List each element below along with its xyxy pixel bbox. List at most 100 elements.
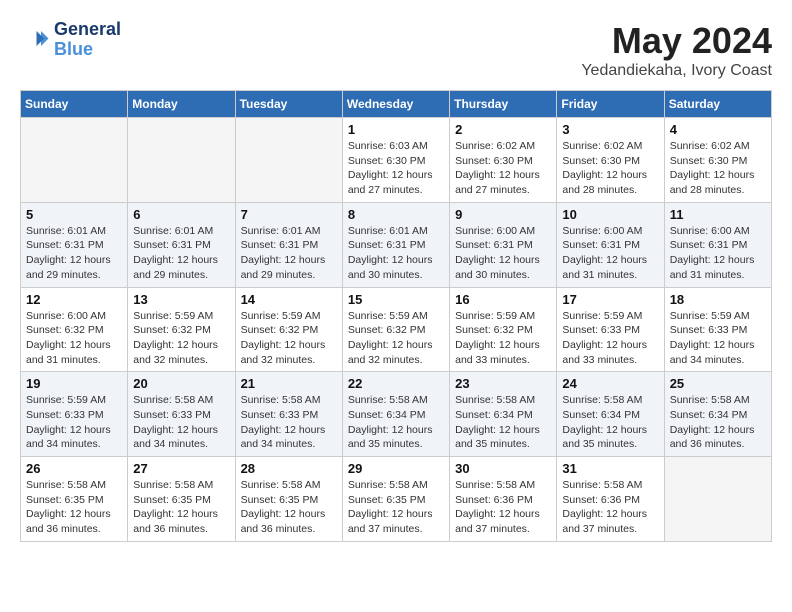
day-info: Sunrise: 6:02 AMSunset: 6:30 PMDaylight:… xyxy=(562,139,658,198)
day-number: 29 xyxy=(348,461,444,476)
day-info: Sunrise: 5:59 AMSunset: 6:33 PMDaylight:… xyxy=(670,309,766,368)
day-number: 27 xyxy=(133,461,229,476)
calendar-cell: 26Sunrise: 5:58 AMSunset: 6:35 PMDayligh… xyxy=(21,457,128,542)
day-info: Sunrise: 6:02 AMSunset: 6:30 PMDaylight:… xyxy=(455,139,551,198)
day-info: Sunrise: 5:59 AMSunset: 6:33 PMDaylight:… xyxy=(26,393,122,452)
day-number: 30 xyxy=(455,461,551,476)
calendar-cell: 18 Sunrise: 5:59 AMSunset: 6:33 PMDayligh… xyxy=(664,287,771,372)
day-info: Sunrise: 5:58 AMSunset: 6:35 PMDaylight:… xyxy=(26,478,122,537)
day-number: 8 xyxy=(348,207,444,222)
day-info: Sunrise: 5:58 AMSunset: 6:33 PMDaylight:… xyxy=(133,393,229,452)
day-info: Sunrise: 5:58 AMSunset: 6:34 PMDaylight:… xyxy=(670,393,766,452)
day-of-week-header: Wednesday xyxy=(342,91,449,118)
calendar-header-row: SundayMondayTuesdayWednesdayThursdayFrid… xyxy=(21,91,772,118)
day-number: 25 xyxy=(670,376,766,391)
day-number: 18 xyxy=(670,292,766,307)
day-of-week-header: Thursday xyxy=(450,91,557,118)
day-info: Sunrise: 5:58 AMSunset: 6:35 PMDaylight:… xyxy=(133,478,229,537)
day-info: Sunrise: 6:00 AMSunset: 6:31 PMDaylight:… xyxy=(562,224,658,283)
logo: General Blue xyxy=(20,20,121,60)
day-info: Sunrise: 6:03 AMSunset: 6:30 PMDaylight:… xyxy=(348,139,444,198)
page-header: General Blue May 2024 Yedandiekaha, Ivor… xyxy=(20,20,772,80)
day-number: 20 xyxy=(133,376,229,391)
day-info: Sunrise: 5:58 AMSunset: 6:36 PMDaylight:… xyxy=(562,478,658,537)
day-number: 23 xyxy=(455,376,551,391)
day-number: 24 xyxy=(562,376,658,391)
calendar-cell xyxy=(664,457,771,542)
day-number: 12 xyxy=(26,292,122,307)
calendar-cell: 30 Sunrise: 5:58 AMSunset: 6:36 PMDayligh… xyxy=(450,457,557,542)
calendar-cell: 6 Sunrise: 6:01 AMSunset: 6:31 PMDaylight… xyxy=(128,202,235,287)
day-number: 14 xyxy=(241,292,337,307)
calendar-cell: 28 Sunrise: 5:58 AMSunset: 6:35 PMDayligh… xyxy=(235,457,342,542)
day-info: Sunrise: 5:58 AMSunset: 6:34 PMDaylight:… xyxy=(455,393,551,452)
calendar-cell: 12 Sunrise: 6:00 AMSunset: 6:32 PMDayligh… xyxy=(21,287,128,372)
calendar-cell: 19 Sunrise: 5:59 AMSunset: 6:33 PMDayligh… xyxy=(21,372,128,457)
calendar-cell: 13Sunrise: 5:59 AMSunset: 6:32 PMDayligh… xyxy=(128,287,235,372)
day-info: Sunrise: 6:01 AMSunset: 6:31 PMDaylight:… xyxy=(133,224,229,283)
day-info: Sunrise: 5:58 AMSunset: 6:36 PMDaylight:… xyxy=(455,478,551,537)
title-block: May 2024 Yedandiekaha, Ivory Coast xyxy=(581,20,772,80)
location: Yedandiekaha, Ivory Coast xyxy=(581,62,772,80)
calendar-cell xyxy=(21,118,128,203)
calendar-week-row: 12 Sunrise: 6:00 AMSunset: 6:32 PMDayligh… xyxy=(21,287,772,372)
day-info: Sunrise: 5:59 AMSunset: 6:32 PMDaylight:… xyxy=(348,309,444,368)
day-info: Sunrise: 5:59 AMSunset: 6:32 PMDaylight:… xyxy=(133,309,229,368)
day-number: 2 xyxy=(455,122,551,137)
calendar-cell xyxy=(235,118,342,203)
day-number: 10 xyxy=(562,207,658,222)
day-of-week-header: Tuesday xyxy=(235,91,342,118)
calendar-table: SundayMondayTuesdayWednesdayThursdayFrid… xyxy=(20,90,772,542)
day-info: Sunrise: 6:01 AMSunset: 6:31 PMDaylight:… xyxy=(348,224,444,283)
calendar-cell: 1Sunrise: 6:03 AMSunset: 6:30 PMDaylight… xyxy=(342,118,449,203)
logo-text: General Blue xyxy=(54,20,121,60)
day-number: 22 xyxy=(348,376,444,391)
logo-icon xyxy=(20,25,50,55)
day-info: Sunrise: 5:59 AMSunset: 6:33 PMDaylight:… xyxy=(562,309,658,368)
calendar-cell: 22Sunrise: 5:58 AMSunset: 6:34 PMDayligh… xyxy=(342,372,449,457)
calendar-cell: 29Sunrise: 5:58 AMSunset: 6:35 PMDayligh… xyxy=(342,457,449,542)
day-number: 4 xyxy=(670,122,766,137)
month-year: May 2024 xyxy=(581,20,772,62)
day-number: 3 xyxy=(562,122,658,137)
calendar-cell: 9Sunrise: 6:00 AMSunset: 6:31 PMDaylight… xyxy=(450,202,557,287)
day-number: 31 xyxy=(562,461,658,476)
day-number: 7 xyxy=(241,207,337,222)
day-number: 21 xyxy=(241,376,337,391)
calendar-cell: 7 Sunrise: 6:01 AMSunset: 6:31 PMDaylight… xyxy=(235,202,342,287)
calendar-week-row: 26Sunrise: 5:58 AMSunset: 6:35 PMDayligh… xyxy=(21,457,772,542)
calendar-cell: 4 Sunrise: 6:02 AMSunset: 6:30 PMDaylight… xyxy=(664,118,771,203)
day-number: 11 xyxy=(670,207,766,222)
calendar-cell: 31 Sunrise: 5:58 AMSunset: 6:36 PMDayligh… xyxy=(557,457,664,542)
day-number: 9 xyxy=(455,207,551,222)
day-number: 28 xyxy=(241,461,337,476)
calendar-week-row: 5Sunrise: 6:01 AMSunset: 6:31 PMDaylight… xyxy=(21,202,772,287)
calendar-week-row: 19 Sunrise: 5:59 AMSunset: 6:33 PMDayligh… xyxy=(21,372,772,457)
day-number: 15 xyxy=(348,292,444,307)
day-info: Sunrise: 6:02 AMSunset: 6:30 PMDaylight:… xyxy=(670,139,766,198)
calendar-cell: 16Sunrise: 5:59 AMSunset: 6:32 PMDayligh… xyxy=(450,287,557,372)
calendar-cell: 10 Sunrise: 6:00 AMSunset: 6:31 PMDayligh… xyxy=(557,202,664,287)
calendar-cell xyxy=(128,118,235,203)
calendar-cell: 5Sunrise: 6:01 AMSunset: 6:31 PMDaylight… xyxy=(21,202,128,287)
calendar-cell: 14 Sunrise: 5:59 AMSunset: 6:32 PMDayligh… xyxy=(235,287,342,372)
day-number: 6 xyxy=(133,207,229,222)
day-info: Sunrise: 6:00 AMSunset: 6:32 PMDaylight:… xyxy=(26,309,122,368)
day-of-week-header: Saturday xyxy=(664,91,771,118)
calendar-cell: 2 Sunrise: 6:02 AMSunset: 6:30 PMDaylight… xyxy=(450,118,557,203)
calendar-cell: 11 Sunrise: 6:00 AMSunset: 6:31 PMDayligh… xyxy=(664,202,771,287)
day-info: Sunrise: 5:58 AMSunset: 6:34 PMDaylight:… xyxy=(562,393,658,452)
calendar-cell: 24 Sunrise: 5:58 AMSunset: 6:34 PMDayligh… xyxy=(557,372,664,457)
day-of-week-header: Monday xyxy=(128,91,235,118)
day-info: Sunrise: 6:01 AMSunset: 6:31 PMDaylight:… xyxy=(241,224,337,283)
calendar-cell: 21 Sunrise: 5:58 AMSunset: 6:33 PMDayligh… xyxy=(235,372,342,457)
day-info: Sunrise: 5:58 AMSunset: 6:33 PMDaylight:… xyxy=(241,393,337,452)
day-number: 19 xyxy=(26,376,122,391)
day-info: Sunrise: 6:00 AMSunset: 6:31 PMDaylight:… xyxy=(670,224,766,283)
day-info: Sunrise: 5:59 AMSunset: 6:32 PMDaylight:… xyxy=(455,309,551,368)
day-info: Sunrise: 5:58 AMSunset: 6:35 PMDaylight:… xyxy=(241,478,337,537)
day-of-week-header: Sunday xyxy=(21,91,128,118)
day-of-week-header: Friday xyxy=(557,91,664,118)
day-info: Sunrise: 5:59 AMSunset: 6:32 PMDaylight:… xyxy=(241,309,337,368)
calendar-cell: 8 Sunrise: 6:01 AMSunset: 6:31 PMDaylight… xyxy=(342,202,449,287)
